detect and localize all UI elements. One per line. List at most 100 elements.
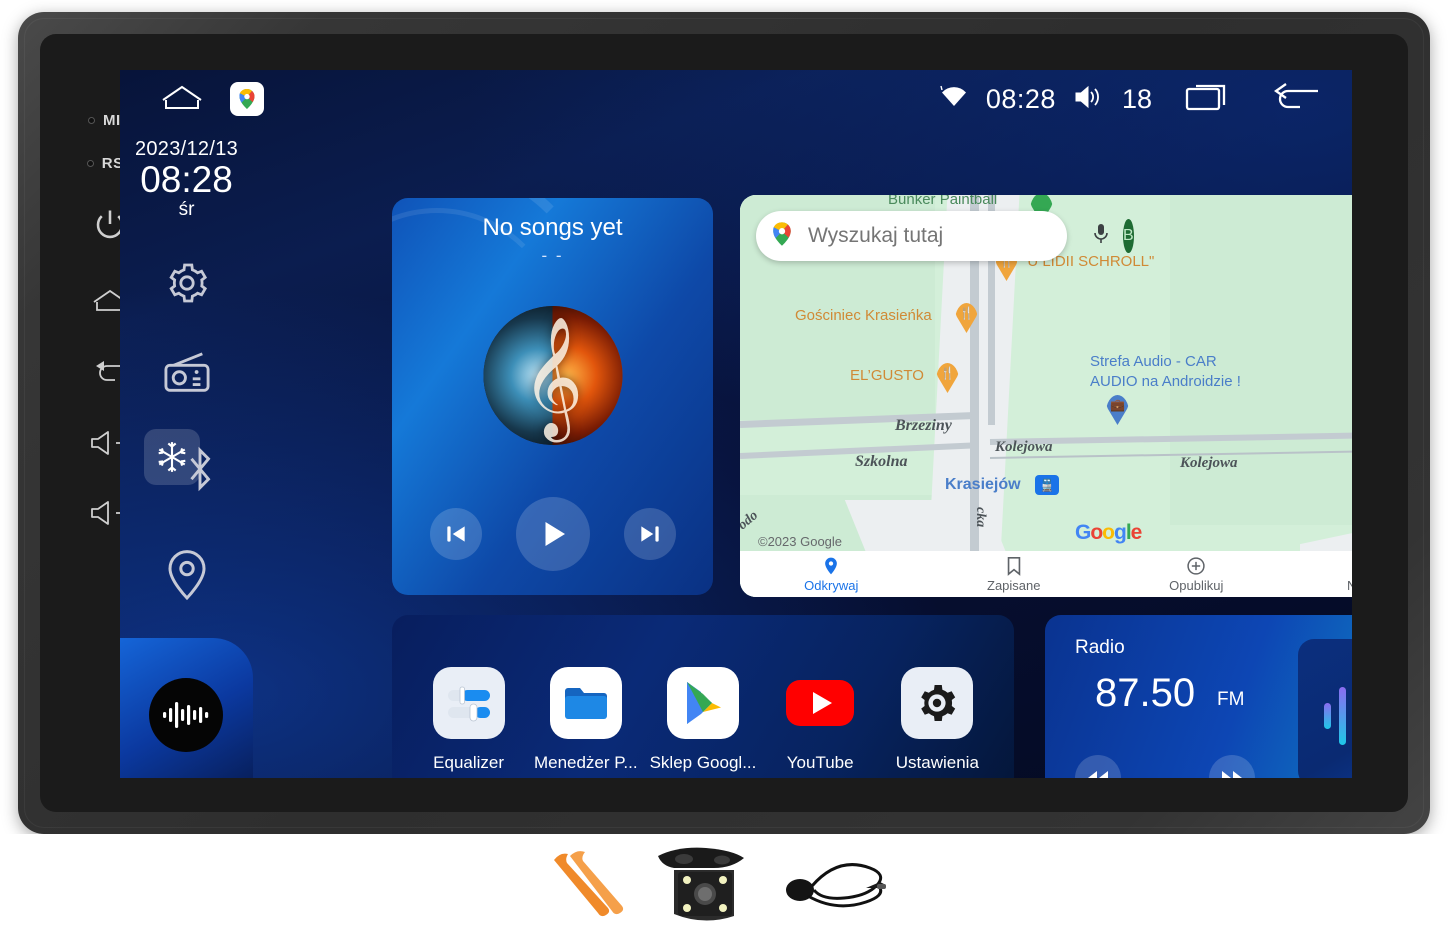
map-tab-label-0: Odkrywaj	[804, 577, 859, 593]
radio-title: Radio	[1075, 637, 1125, 658]
accessory-pry-tools	[536, 846, 636, 926]
rail-clock: 2023/12/13 08:28 śr	[135, 138, 238, 221]
microphone-icon[interactable]	[1091, 222, 1111, 251]
map-poi-station-krasiejow[interactable]: 🚆	[1035, 475, 1059, 495]
map-label-4: Strefa Audio - CAR	[1090, 353, 1217, 370]
reset-dot	[86, 160, 94, 167]
map-tab-label-3: Najnowsze	[1346, 577, 1352, 593]
app-google-play[interactable]: Sklep Googl...	[647, 667, 759, 773]
audio-waveform-icon	[1324, 687, 1346, 745]
map-tab-opublikuj[interactable]: Opublikuj	[1105, 556, 1288, 593]
map-search-input[interactable]	[808, 224, 1079, 248]
file-manager-folder-icon	[549, 667, 622, 739]
rail-date: 2023/12/13	[134, 138, 239, 160]
app-file-manager[interactable]: Menedżer P...	[530, 667, 642, 773]
rail-item-navigation[interactable]	[159, 547, 215, 603]
plus-circle-icon	[1187, 556, 1205, 575]
fast-forward-icon	[1222, 771, 1242, 778]
map-label-6: Brzeziny	[895, 417, 952, 434]
status-bar-left	[158, 82, 264, 117]
radio-next-button[interactable]	[1209, 755, 1255, 778]
map-search-bar[interactable]: B	[756, 211, 1134, 261]
app-label-2: Sklep Googl...	[649, 753, 757, 772]
wifi-icon	[938, 85, 968, 114]
google-maps-icon	[768, 220, 796, 253]
gear-icon	[168, 263, 207, 303]
music-controls	[392, 497, 713, 571]
app-shortcuts-card: Equalizer Menedżer P... Sklep Googl... Y…	[392, 615, 1014, 778]
play-icon	[545, 522, 565, 546]
skip-next-icon	[640, 526, 659, 542]
location-pin-icon	[167, 550, 206, 601]
app-youtube[interactable]: YouTube	[764, 667, 876, 773]
app-equalizer[interactable]: Equalizer	[413, 667, 525, 773]
accessory-photos-strip	[0, 834, 1448, 935]
app-label-1: Menedżer P...	[533, 753, 638, 772]
music-clef-glyph: 𝄞	[521, 314, 584, 437]
play-button[interactable]	[515, 497, 590, 571]
radio-band: FM	[1217, 689, 1245, 710]
app-label-3: YouTube	[786, 753, 854, 772]
speaker-icon	[1074, 85, 1104, 114]
radio-prev-button[interactable]	[1075, 755, 1121, 778]
status-bar: 08:28 18	[120, 70, 1352, 128]
rail-item-radio[interactable]	[159, 345, 215, 401]
app-label-0: Equalizer	[433, 753, 505, 772]
map-label-8: Kolejowa	[995, 439, 1053, 455]
rail-time: 08:28	[140, 159, 233, 200]
settings-gear-icon	[901, 667, 974, 739]
album-art: 𝄞	[483, 306, 622, 445]
mic-dot	[88, 117, 95, 124]
music-title: No songs yet	[482, 214, 623, 241]
avatar[interactable]: B	[1123, 219, 1134, 253]
home-outline-icon[interactable]	[158, 82, 206, 117]
radio-frequency: 87.50	[1095, 671, 1196, 715]
music-subtitle: - -	[541, 246, 564, 265]
equalizer-sliders-icon	[432, 667, 505, 739]
radio-artwork	[1298, 639, 1352, 778]
accessory-rear-camera	[650, 842, 760, 928]
map-label-7: Szkolna	[855, 453, 908, 470]
recents-icon[interactable]	[1184, 81, 1236, 118]
back-arrow-icon[interactable]	[1270, 81, 1322, 118]
status-time: 08:28	[985, 83, 1056, 114]
map-label-10: Krasiejów	[945, 476, 1021, 493]
rail-item-settings[interactable]	[159, 255, 215, 311]
map-label-2: Gościniec Krasieńka	[795, 307, 932, 324]
bluetooth-icon	[190, 446, 211, 492]
map-tab-label-2: Opublikuj	[1169, 577, 1224, 593]
rail-item-voice-assistant[interactable]	[149, 678, 223, 752]
rail-climate-bluetooth-group	[120, 423, 253, 513]
map-tab-odkrywaj[interactable]: Odkrywaj	[740, 556, 923, 593]
previous-track-button[interactable]	[429, 508, 482, 560]
map-label-9: Kolejowa	[1180, 455, 1238, 471]
youtube-icon	[784, 667, 856, 739]
map-card[interactable]: 🍴 🍴 🍴 💼 🚆 Bunker Paintball "U LIDII SCHR…	[740, 195, 1352, 597]
music-player-card[interactable]: No songs yet - - 𝄞	[392, 198, 713, 595]
map-tab-najnowsze[interactable]: Najnowsze	[1288, 556, 1352, 593]
skip-previous-icon	[446, 526, 465, 542]
rewind-icon	[1088, 771, 1108, 778]
radio-icon	[163, 352, 210, 392]
waveform-icon	[163, 702, 209, 728]
map-watermark: Google	[1075, 521, 1142, 544]
status-bar-right: 08:28 18	[938, 81, 1322, 118]
map-label-3: EL’GUSTO	[850, 367, 924, 384]
map-attribution: ©2023 Google	[758, 534, 843, 549]
radio-card[interactable]: Radio 87.50 FM	[1045, 615, 1352, 778]
rail-weekday: śr	[178, 199, 195, 220]
rail-item-bluetooth[interactable]	[183, 445, 217, 498]
pin-icon	[825, 557, 838, 574]
next-track-button[interactable]	[623, 508, 676, 560]
map-label-5: AUDIO na Androidzie !	[1090, 373, 1241, 390]
map-label-0: Bunker Paintball	[888, 195, 998, 208]
map-bottom-tabs: Odkrywaj Zapisane Opublikuj Najnowsze	[740, 551, 1352, 597]
map-tab-zapisane[interactable]: Zapisane	[923, 556, 1106, 593]
app-settings[interactable]: Ustawienia	[881, 667, 993, 773]
accessory-external-microphone	[778, 846, 888, 926]
left-rail: 2023/12/13 08:28 śr	[120, 128, 253, 778]
google-maps-icon[interactable]	[230, 82, 264, 116]
google-play-icon	[666, 667, 739, 739]
touchscreen[interactable]: 08:28 18 2023/12/13 08:28 śr No songs ye…	[120, 70, 1352, 778]
app-label-4: Ustawienia	[895, 753, 979, 772]
